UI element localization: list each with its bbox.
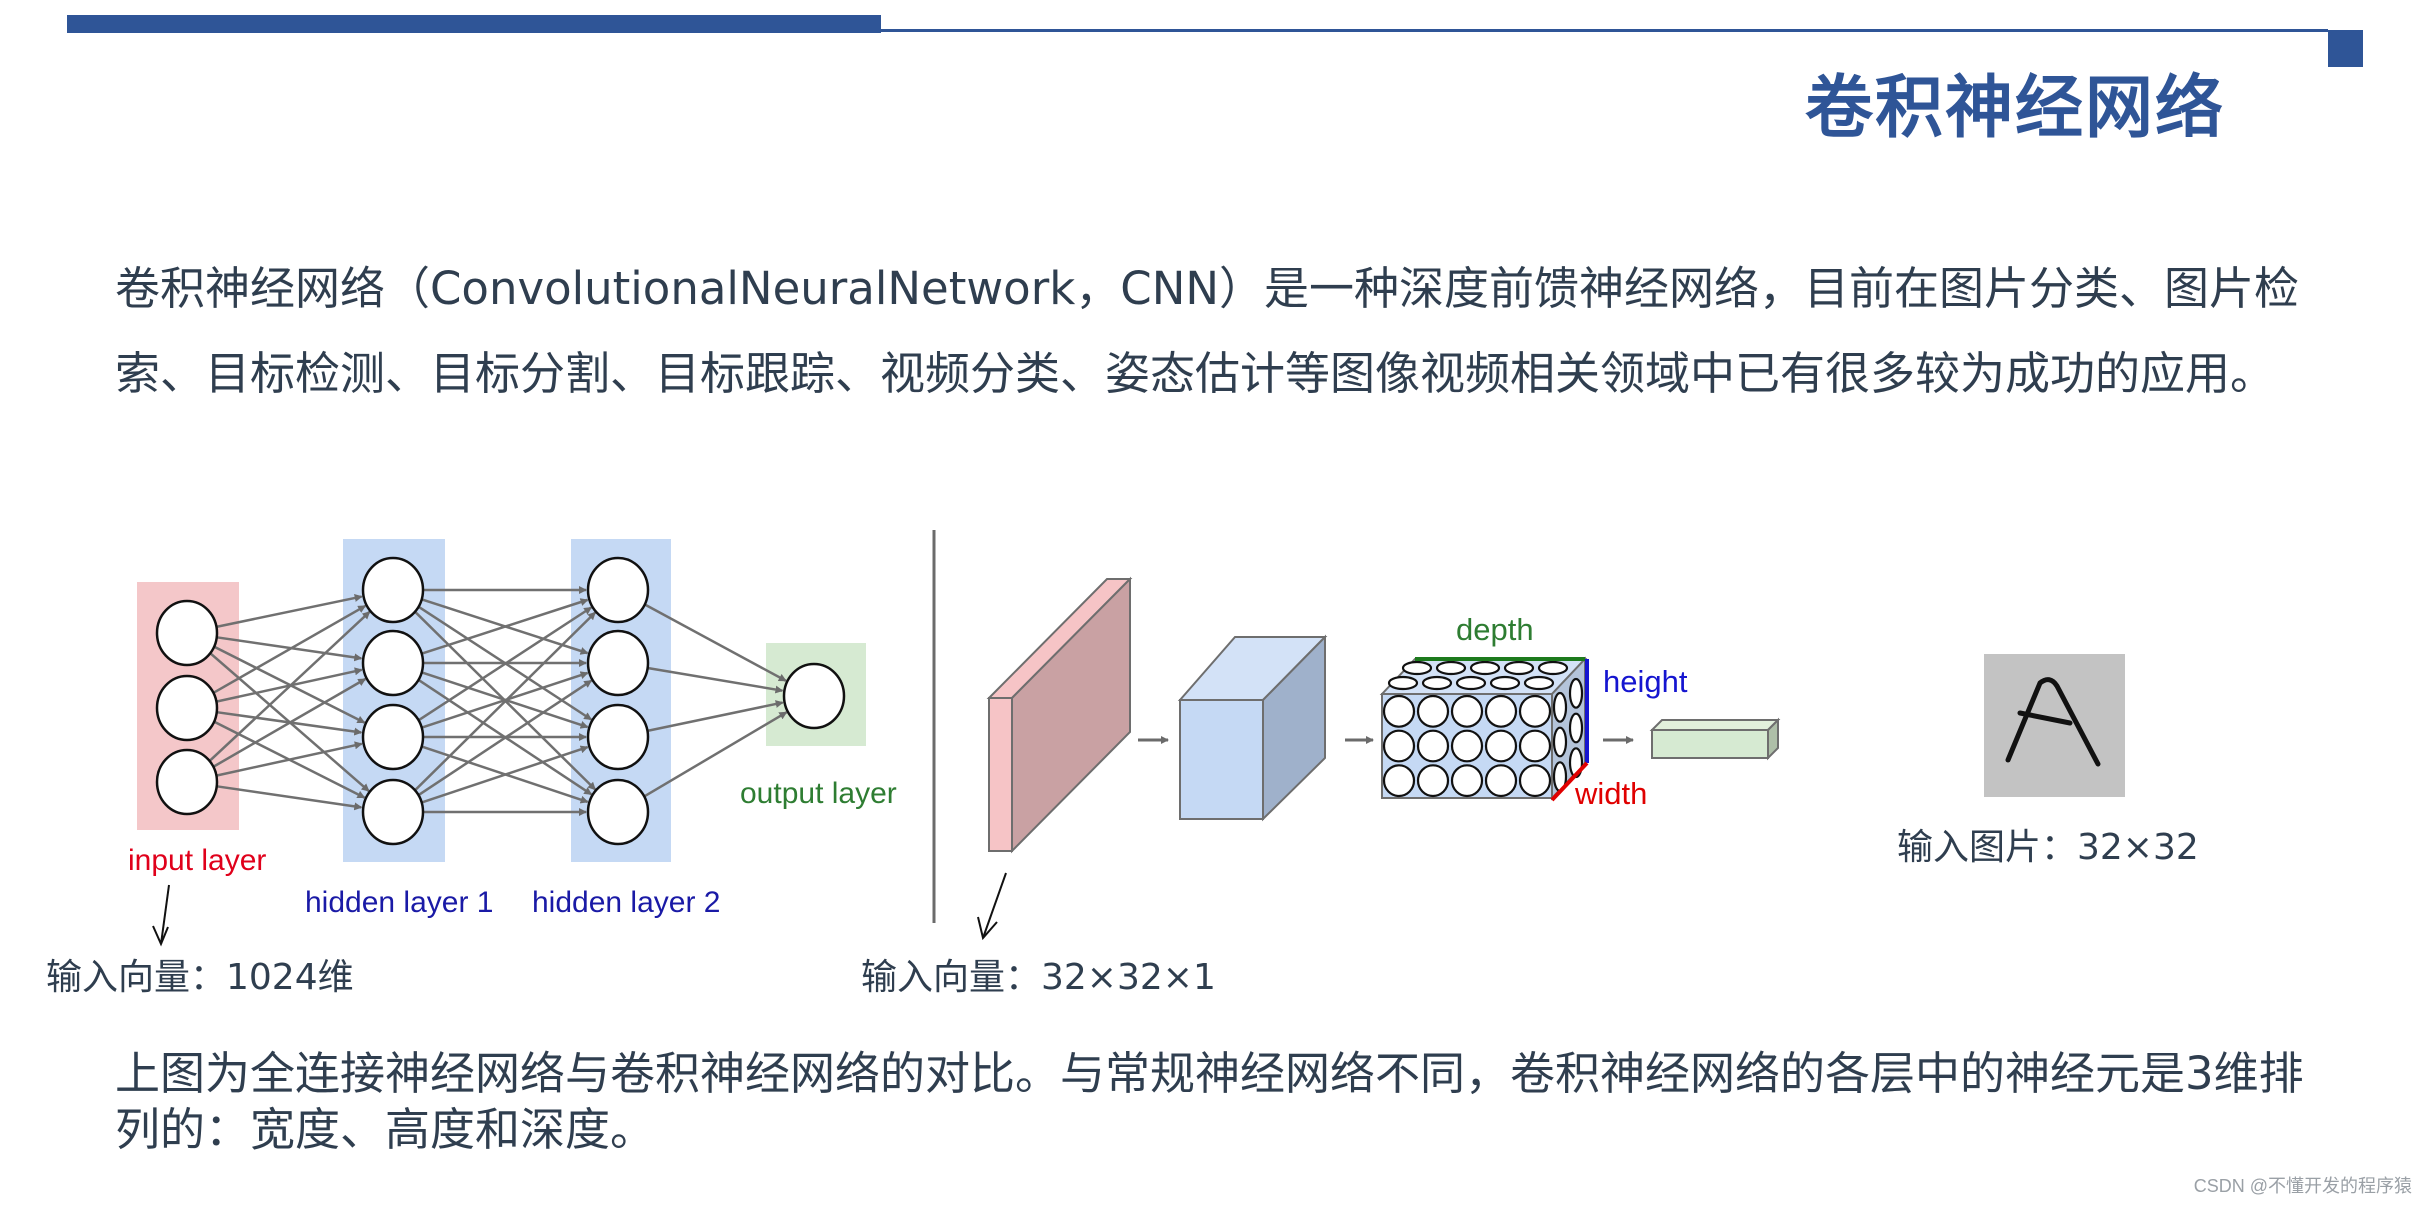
volume-neuron (1518, 729, 1552, 763)
volume-neuron (1469, 660, 1501, 676)
input-volume-slab (986, 576, 1133, 854)
neuron-node (586, 556, 650, 624)
pointer-arrow-icon (152, 884, 170, 947)
fc-input-caption: 输入向量：1024维 (46, 957, 354, 998)
volume-neuron (1484, 694, 1518, 728)
volume-neuron (1537, 660, 1569, 676)
neuron-node (782, 662, 846, 730)
input-image-thumbnail (1984, 654, 2125, 797)
watermark: CSDN @不懂开发的程序猿 (2193, 1176, 2412, 1196)
cnn-input-caption: 输入向量：32×32×1 (861, 957, 1216, 998)
comparison-figure: input layer hidden layer 1 hidden layer … (128, 530, 2125, 947)
volume-neuron (1401, 660, 1433, 676)
volume-neuron (1455, 675, 1487, 691)
volume-neuron (1450, 694, 1484, 728)
connection-edges (208, 586, 788, 816)
volume-neuron (1552, 726, 1568, 758)
cnn-diagram: depth height width (977, 576, 1781, 941)
volume-neuron (1435, 660, 1467, 676)
volume-neuron (1518, 764, 1552, 798)
volume-neuron (1387, 675, 1419, 691)
volume-neuron (1421, 675, 1453, 691)
volume-neuron (1518, 694, 1552, 728)
neuron-node (586, 629, 650, 697)
volume-neuron (1568, 677, 1584, 709)
volume-neuron (1382, 729, 1416, 763)
summary-paragraph: 上图为全连接神经网络与卷积神经网络的对比。与常规神经网络不同，卷积神经网络的各层… (115, 1047, 2304, 1156)
width-label: width (1574, 776, 1647, 811)
pointer-arrow-icon (977, 872, 1007, 941)
neuron-node (155, 599, 219, 667)
volume-neuron (1568, 712, 1584, 744)
volume-neuron (1489, 675, 1521, 691)
fully-connected-network-diagram: input layer hidden layer 1 hidden layer … (128, 539, 897, 947)
neuron-node (361, 703, 425, 771)
neuron-node (155, 674, 219, 742)
hidden-layer-1-label: hidden layer 1 (305, 886, 493, 919)
neuron-node (361, 629, 425, 697)
depth-label: depth (1456, 612, 1534, 647)
neuron-node (586, 778, 650, 846)
volume-neuron (1484, 764, 1518, 798)
output-volume-box (1649, 717, 1781, 761)
neuron-node (155, 748, 219, 816)
volume-neuron (1450, 729, 1484, 763)
volume-neuron (1416, 729, 1450, 763)
volume-neuron (1450, 764, 1484, 798)
input-image-caption: 输入图片：32×32 (1897, 827, 2199, 868)
neuron-node (586, 703, 650, 771)
input-layer-label: input layer (128, 844, 266, 877)
neuron-volume-cube (1379, 656, 1589, 802)
volume-neuron (1523, 675, 1555, 691)
volume-neuron (1552, 691, 1568, 723)
volume-neuron (1416, 694, 1450, 728)
height-label: height (1603, 664, 1688, 699)
volume-neuron (1416, 764, 1450, 798)
output-layer-label: output layer (740, 777, 897, 810)
hidden-layer-2-label: hidden layer 2 (532, 886, 720, 919)
volume-neuron (1503, 660, 1535, 676)
neuron-node (361, 778, 425, 846)
volume-neuron (1382, 764, 1416, 798)
volume-neuron (1484, 729, 1518, 763)
neuron-node (361, 556, 425, 624)
volume-neuron (1382, 694, 1416, 728)
hidden-volume-cube (1177, 634, 1328, 822)
